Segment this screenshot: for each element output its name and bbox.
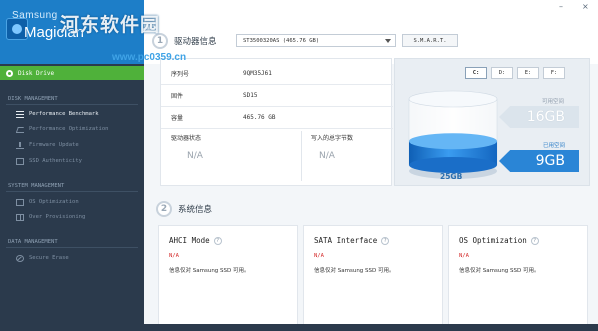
- drive-status-value: N/A: [187, 151, 203, 161]
- card-title: SATA Interface: [314, 236, 378, 245]
- step-number: 2: [156, 201, 172, 217]
- drive-status-label: 驱动器状态: [171, 135, 202, 142]
- section-disk-management: DISK MANAGEMENT: [8, 96, 58, 102]
- sidebar-item-ssd-authenticity[interactable]: SSD Authenticity: [16, 156, 82, 166]
- authenticity-icon: [16, 157, 24, 165]
- capacity-label: 容量: [171, 115, 184, 122]
- card-title-row: OS Optimization ?: [459, 236, 539, 245]
- close-button[interactable]: ×: [582, 2, 589, 11]
- sidebar-item-performance-optimization[interactable]: Performance Optimization: [16, 124, 108, 134]
- erase-icon: [16, 254, 24, 262]
- drive-select-value: ST3500320AS (465.76 GB): [243, 37, 320, 44]
- info-row-serial: 序列号 9QM35J61: [161, 63, 393, 85]
- disk-drive-icon: [6, 69, 13, 77]
- minimize-button[interactable]: –: [559, 2, 563, 11]
- free-space-value: 16GB: [499, 106, 579, 128]
- capacity-panel: C: D: E: F: 25GB 可用空间 16GB 已用空间 9GB: [394, 58, 590, 186]
- provisioning-icon: [16, 213, 24, 221]
- os-optimization-card: OS Optimization ? N/A 信息仅对 Samsung SSD 可…: [448, 225, 588, 325]
- divider: [6, 191, 138, 192]
- card-title-row: AHCI Mode ?: [169, 236, 222, 245]
- sidebar-item-label: Secure Erase: [29, 255, 69, 261]
- drive-info-title: 驱动器信息: [174, 37, 217, 47]
- sata-interface-card: SATA Interface ? N/A 信息仅对 Samsung SSD 可用…: [303, 225, 443, 325]
- sidebar-item-label: Firmware Update: [29, 142, 79, 148]
- divider: [6, 247, 138, 248]
- total-bytes-written-box: 写入的总字节数 N/A: [301, 129, 393, 185]
- divider: [6, 104, 138, 105]
- ahci-mode-card: AHCI Mode ? N/A 信息仅对 Samsung SSD 可用。: [158, 225, 298, 325]
- sidebar-item-label: OS Optimization: [29, 199, 79, 205]
- sidebar: Samsung Magician Disk Drive DISK MANAGEM…: [0, 0, 144, 331]
- used-space-label: 已用空间: [543, 143, 566, 149]
- brand-top-text: Samsung: [12, 10, 58, 21]
- section-data-management: DATA MANAGEMENT: [8, 239, 58, 245]
- card-status: N/A: [459, 253, 469, 259]
- free-space-label: 可用空间: [542, 99, 565, 105]
- bottom-bar: [144, 324, 598, 331]
- sidebar-item-label: Disk Drive: [18, 69, 55, 77]
- card-status: N/A: [169, 253, 179, 259]
- cylinder-base: [409, 157, 497, 173]
- info-row-firmware: 固件 SD15: [161, 85, 393, 107]
- firmware-label: 固件: [171, 93, 184, 100]
- system-info-title: 系统信息: [178, 205, 213, 215]
- help-icon[interactable]: ?: [381, 236, 390, 245]
- sidebar-item-disk-drive[interactable]: Disk Drive: [0, 66, 144, 80]
- sidebar-item-label: Over Provisioning: [29, 214, 86, 220]
- sidebar-item-os-optimization[interactable]: OS Optimization: [16, 197, 79, 207]
- benchmark-icon: [16, 110, 24, 118]
- card-note: 信息仅对 Samsung SSD 可用。: [169, 268, 250, 274]
- help-icon[interactable]: ?: [213, 236, 222, 245]
- sidebar-item-over-provisioning[interactable]: Over Provisioning: [16, 212, 85, 222]
- total-bytes-written-value: N/A: [319, 151, 335, 161]
- card-title-row: SATA Interface ?: [314, 236, 390, 245]
- serial-value: 9QM35J61: [243, 70, 272, 77]
- optimization-icon: [16, 126, 24, 133]
- drive-select[interactable]: ST3500320AS (465.76 GB): [236, 34, 396, 47]
- total-bytes-written-label: 写入的总字节数: [311, 135, 354, 142]
- used-space-value: 9GB: [499, 150, 579, 172]
- sidebar-item-label: Performance Optimization: [29, 126, 109, 132]
- sidebar-item-secure-erase[interactable]: Secure Erase: [16, 253, 69, 263]
- sidebar-item-performance-benchmark[interactable]: Performance Benchmark: [16, 109, 99, 119]
- download-icon: [16, 141, 24, 149]
- info-row-capacity: 容量 465.76 GB: [161, 107, 393, 129]
- sidebar-item-label: Performance Benchmark: [29, 111, 99, 117]
- smart-button[interactable]: S.M.A.R.T.: [402, 34, 458, 47]
- serial-label: 序列号: [171, 71, 190, 78]
- drive-info-panel: 序列号 9QM35J61 固件 SD15 容量 465.76 GB 驱动器状态 …: [160, 58, 393, 186]
- sidebar-item-firmware-update[interactable]: Firmware Update: [16, 140, 79, 150]
- sidebar-item-label: SSD Authenticity: [29, 158, 82, 164]
- top-bar: [144, 0, 598, 64]
- os-icon: [16, 198, 24, 206]
- cylinder-liquid-surface: [409, 133, 497, 150]
- watermark: 河东软件园: [60, 14, 161, 36]
- section-system-management: SYSTEM MANAGEMENT: [8, 183, 65, 189]
- total-capacity-label: 25GB: [440, 172, 463, 181]
- watermark-url: www.pc0359.cn: [112, 52, 187, 63]
- capacity-value: 465.76 GB: [243, 114, 276, 121]
- card-note: 信息仅对 Samsung SSD 可用。: [314, 268, 395, 274]
- drive-status-box: 驱动器状态 N/A: [161, 129, 301, 185]
- card-status: N/A: [314, 253, 324, 259]
- cylinder-top: [408, 90, 498, 108]
- help-icon[interactable]: ?: [530, 236, 539, 245]
- chevron-down-icon: [385, 39, 391, 43]
- card-title: AHCI Mode: [169, 236, 210, 245]
- card-title: OS Optimization: [459, 236, 527, 245]
- firmware-value: SD15: [243, 92, 258, 99]
- card-note: 信息仅对 Samsung SSD 可用。: [459, 268, 540, 274]
